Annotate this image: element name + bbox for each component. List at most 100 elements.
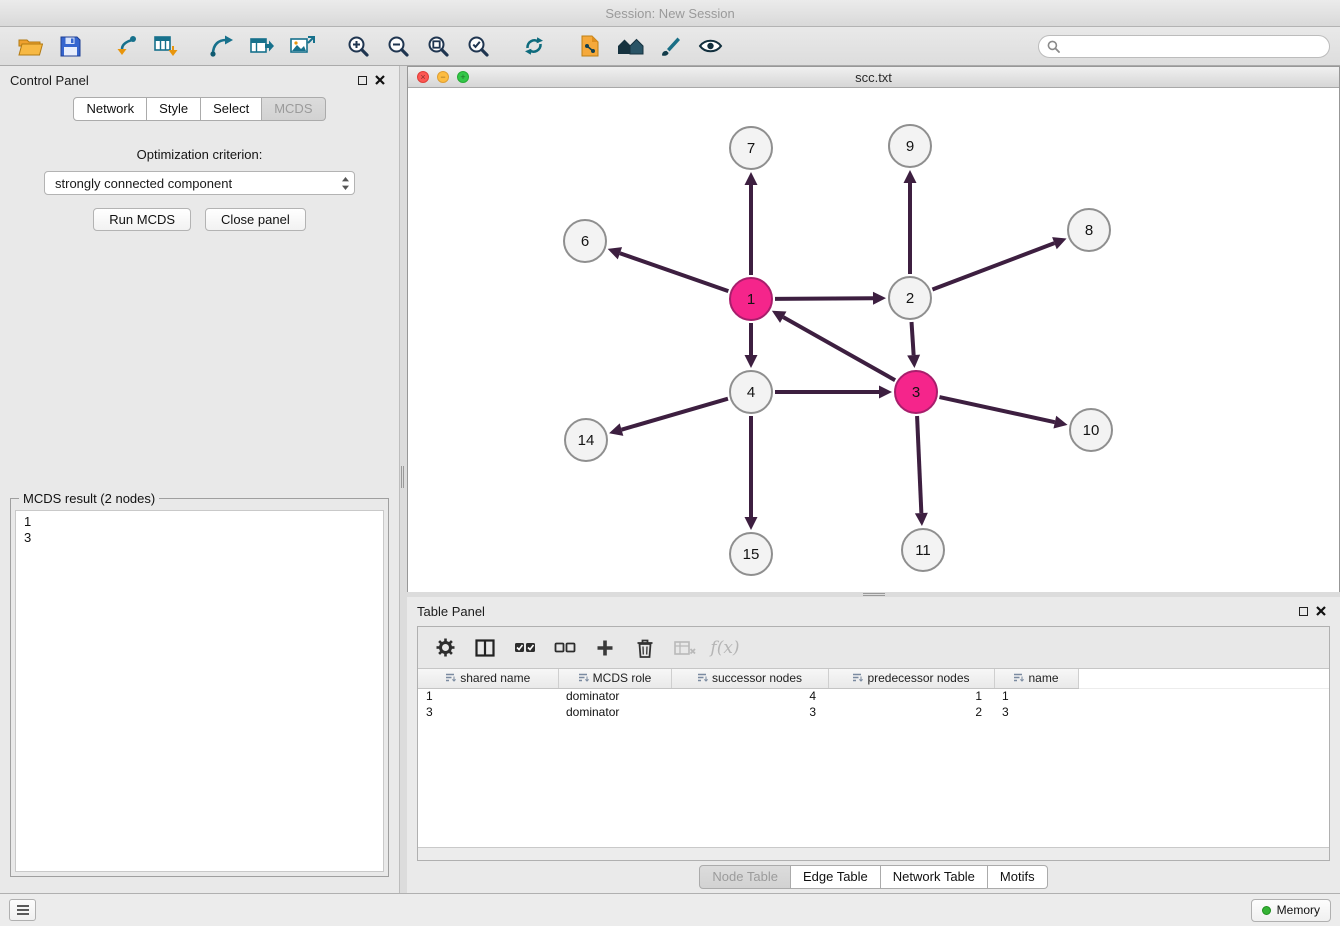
close-table-panel-button[interactable] bbox=[1312, 602, 1330, 620]
edge-4-3[interactable] bbox=[775, 386, 892, 399]
graph-area: 7 9 6 8 1 2 4 3 10 14 15 11 bbox=[408, 88, 1339, 594]
mcds-result-list[interactable]: 13 bbox=[15, 510, 384, 872]
tab-style[interactable]: Style bbox=[147, 97, 201, 121]
search-input[interactable] bbox=[1065, 39, 1321, 53]
zoom-fit-button[interactable] bbox=[418, 30, 458, 62]
add-row-button[interactable] bbox=[590, 633, 620, 663]
columns-icon bbox=[475, 639, 495, 657]
edge-3-1[interactable] bbox=[772, 311, 895, 380]
node-14[interactable]: 14 bbox=[565, 419, 607, 461]
edge-2-8[interactable] bbox=[932, 237, 1066, 289]
zoom-window-button[interactable]: + bbox=[457, 71, 469, 83]
table-cell[interactable]: 1 bbox=[994, 688, 1078, 704]
column-header-shared-name[interactable]: shared name bbox=[418, 669, 558, 688]
node-8[interactable]: 8 bbox=[1068, 209, 1110, 251]
zoom-selected-button[interactable] bbox=[458, 30, 498, 62]
table-scroll-area[interactable]: shared nameMCDS role successor nodes prede… bbox=[418, 669, 1329, 847]
edge-4-14[interactable] bbox=[609, 399, 728, 436]
node-label: 14 bbox=[578, 432, 595, 449]
edge-1-7[interactable] bbox=[745, 172, 758, 275]
table-cell[interactable]: 4 bbox=[671, 688, 828, 704]
node-2[interactable]: 2 bbox=[889, 277, 931, 319]
table-cell[interactable]: 2 bbox=[828, 704, 994, 720]
open-folder-icon bbox=[17, 34, 43, 58]
table-cell[interactable]: 3 bbox=[994, 704, 1078, 720]
memory-button[interactable]: Memory bbox=[1251, 899, 1331, 922]
edge-1-2[interactable] bbox=[775, 292, 886, 305]
show-column-button[interactable] bbox=[470, 633, 500, 663]
edge-2-9[interactable] bbox=[904, 170, 917, 274]
tab-network-table[interactable]: Network Table bbox=[881, 865, 988, 889]
run-mcds-button[interactable]: Run MCDS bbox=[93, 208, 191, 231]
select-all-button[interactable] bbox=[510, 633, 540, 663]
column-header-name[interactable]: name bbox=[994, 669, 1078, 688]
deselect-all-button[interactable] bbox=[550, 633, 580, 663]
float-table-panel-button[interactable] bbox=[1294, 602, 1312, 620]
table-cell[interactable]: 1 bbox=[418, 688, 558, 704]
main-toolbar bbox=[0, 27, 1340, 66]
node-label: 3 bbox=[912, 384, 920, 401]
table-cell[interactable]: 1 bbox=[828, 688, 994, 704]
node-15[interactable]: 15 bbox=[730, 533, 772, 575]
minimize-window-button[interactable]: − bbox=[437, 71, 449, 83]
column-header-mcds-role[interactable]: MCDS role bbox=[558, 669, 671, 688]
export-table-button[interactable] bbox=[242, 30, 282, 62]
table-settings-button[interactable] bbox=[430, 633, 460, 663]
tab-network[interactable]: Network bbox=[73, 97, 147, 121]
export-network-button[interactable] bbox=[202, 30, 242, 62]
node-3[interactable]: 3 bbox=[895, 371, 937, 413]
import-network-icon bbox=[113, 34, 139, 58]
edge-4-15[interactable] bbox=[745, 416, 758, 530]
close-panel-button[interactable] bbox=[371, 71, 389, 89]
table-cell[interactable]: 3 bbox=[418, 704, 558, 720]
import-table-button[interactable] bbox=[146, 30, 186, 62]
graph-canvas[interactable]: 7 9 6 8 1 2 4 3 10 14 15 11 bbox=[408, 88, 1339, 591]
import-network-button[interactable] bbox=[106, 30, 146, 62]
tab-edge-table[interactable]: Edge Table bbox=[791, 865, 881, 889]
node-7[interactable]: 7 bbox=[730, 127, 772, 169]
edge-3-10[interactable] bbox=[939, 397, 1067, 428]
edge-1-6[interactable] bbox=[608, 247, 729, 291]
node-6[interactable]: 6 bbox=[564, 220, 606, 262]
node-10[interactable]: 10 bbox=[1070, 409, 1112, 451]
node-11[interactable]: 11 bbox=[902, 529, 944, 571]
home-button[interactable] bbox=[610, 30, 650, 62]
table-row[interactable]: 1dominator411 bbox=[418, 688, 1329, 704]
first-neighbors-button[interactable] bbox=[570, 30, 610, 62]
column-header-successor-nodes[interactable]: successor nodes bbox=[671, 669, 828, 688]
table-row[interactable]: 3dominator323 bbox=[418, 704, 1329, 720]
node-label: 2 bbox=[906, 290, 914, 307]
node-4[interactable]: 4 bbox=[730, 371, 772, 413]
save-session-button[interactable] bbox=[50, 30, 90, 62]
open-file-button[interactable] bbox=[10, 30, 50, 62]
close-panel-button-2[interactable]: Close panel bbox=[205, 208, 306, 231]
zoom-in-button[interactable] bbox=[338, 30, 378, 62]
edge-3-11[interactable] bbox=[915, 416, 928, 526]
show-hide-button[interactable] bbox=[690, 30, 730, 62]
tab-motifs[interactable]: Motifs bbox=[988, 865, 1048, 889]
optimization-select[interactable]: strongly connected component bbox=[44, 171, 355, 195]
column-label: successor nodes bbox=[712, 671, 802, 685]
memory-label: Memory bbox=[1277, 903, 1320, 917]
export-image-button[interactable] bbox=[282, 30, 322, 62]
task-console-button[interactable] bbox=[9, 899, 36, 921]
tab-node-table[interactable]: Node Table bbox=[699, 865, 791, 889]
zoom-out-button[interactable] bbox=[378, 30, 418, 62]
edge-2-3[interactable] bbox=[907, 322, 920, 368]
node-1[interactable]: 1 bbox=[730, 278, 772, 320]
close-window-button[interactable]: × bbox=[417, 71, 429, 83]
edge-1-4[interactable] bbox=[745, 323, 758, 368]
table-cell[interactable]: dominator bbox=[558, 704, 671, 720]
refresh-button[interactable] bbox=[514, 30, 554, 62]
tab-select[interactable]: Select bbox=[201, 97, 262, 121]
delete-row-button[interactable] bbox=[630, 633, 660, 663]
horizontal-scrollbar[interactable] bbox=[418, 847, 1329, 860]
table-cell[interactable]: 3 bbox=[671, 704, 828, 720]
node-9[interactable]: 9 bbox=[889, 125, 931, 167]
table-cell[interactable]: dominator bbox=[558, 688, 671, 704]
vertical-splitter[interactable] bbox=[400, 66, 407, 893]
column-header-predecessor-nodes[interactable]: predecessor nodes bbox=[828, 669, 994, 688]
tab-mcds[interactable]: MCDS bbox=[262, 97, 325, 121]
float-panel-button[interactable] bbox=[353, 71, 371, 89]
style-brush-button[interactable] bbox=[650, 30, 690, 62]
